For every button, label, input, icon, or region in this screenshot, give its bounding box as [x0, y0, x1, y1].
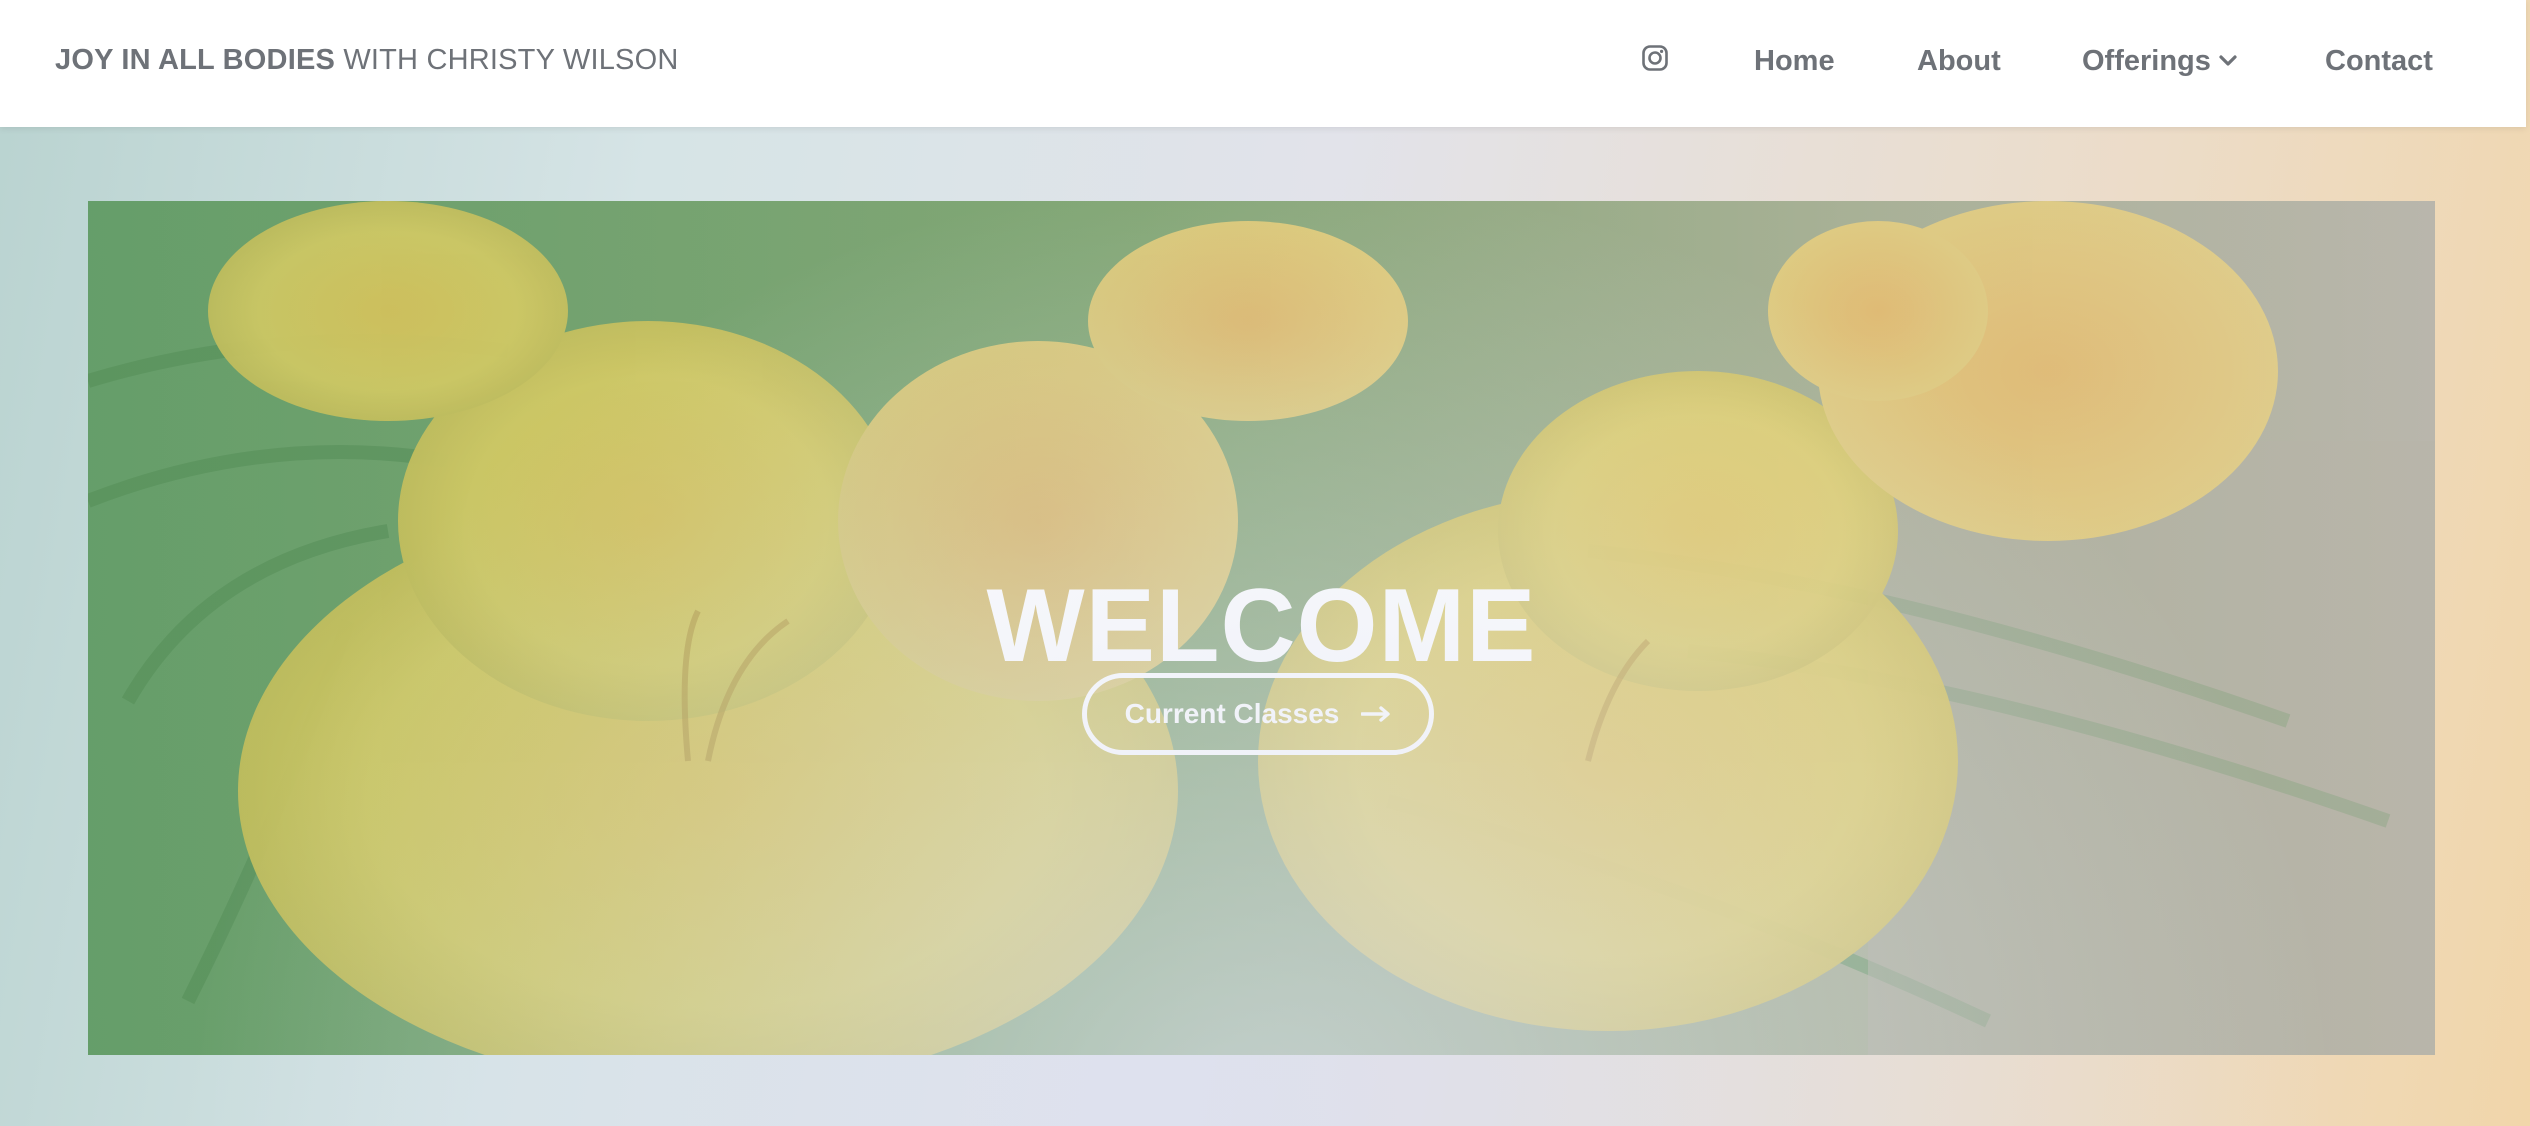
current-classes-label: Current Classes: [1124, 698, 1340, 729]
nav-contact-link[interactable]: Contact: [2325, 44, 2433, 78]
brand-name: JOY IN ALL BODIES: [55, 44, 336, 76]
arrow-right-icon: [1361, 706, 1391, 722]
site-header: JOY IN ALL BODIES WITH CHRISTY WILSON Ho…: [0, 0, 2526, 127]
page: JOY IN ALL BODIES WITH CHRISTY WILSON Ho…: [0, 0, 2530, 1126]
chevron-down-icon[interactable]: [2218, 51, 2238, 71]
current-classes-button[interactable]: Current Classes: [1082, 673, 1434, 755]
site-brand[interactable]: JOY IN ALL BODIES WITH CHRISTY WILSON: [55, 44, 678, 77]
hero-title: WELCOME: [986, 567, 1537, 684]
nav-home-link[interactable]: Home: [1754, 44, 1835, 78]
nav-offerings-link[interactable]: Offerings: [2082, 44, 2211, 78]
instagram-icon[interactable]: [1641, 44, 1669, 72]
brand-tagline: WITH CHRISTY WILSON: [343, 44, 679, 76]
hero-banner: WELCOME Current Classes: [88, 201, 2435, 1055]
nav-about-link[interactable]: About: [1917, 44, 2001, 78]
